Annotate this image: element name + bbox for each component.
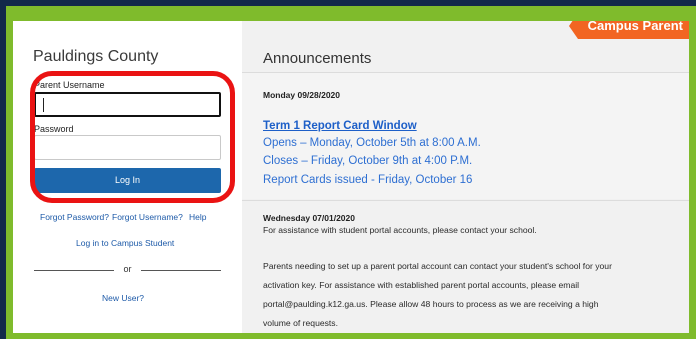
announcement-line: portal@paulding.k12.ga.us. Please allow … <box>263 299 599 309</box>
announcement-line: Opens – Monday, October 5th at 8:00 A.M. <box>263 137 481 149</box>
login-card: Pauldings County Parent Username Passwor… <box>13 21 689 333</box>
or-text: or <box>123 264 132 274</box>
announcement-line: Parents needing to set up a parent porta… <box>263 261 612 271</box>
announcement-date: Wednesday 07/01/2020 <box>263 213 355 223</box>
login-panel: Pauldings County Parent Username Passwor… <box>13 21 242 333</box>
district-name: Pauldings County <box>33 48 159 65</box>
new-user-link[interactable]: New User? <box>102 293 144 303</box>
forgot-password-link[interactable]: Forgot Password? <box>40 212 109 222</box>
campus-parent-tab: Campus Parent <box>568 21 689 39</box>
highlight-annotation <box>30 71 235 203</box>
announcement-line: volume of requests. <box>263 318 338 328</box>
help-link[interactable]: Help <box>189 212 206 222</box>
forgot-username-link[interactable]: Forgot Username? <box>112 212 183 222</box>
announcement-date: Monday 09/28/2020 <box>263 90 341 100</box>
announcement-line: For assistance with student portal accou… <box>263 225 537 235</box>
announcement-line: Closes – Friday, October 9th at 4:00 P.M… <box>263 155 473 167</box>
item-divider <box>242 200 689 201</box>
divider-line-right <box>141 270 221 271</box>
announcement-line: activation key. For assistance with esta… <box>263 280 580 290</box>
announcement-line: Report Cards issued - Friday, October 16 <box>263 174 473 186</box>
announcements-title: Announcements <box>263 50 372 67</box>
or-divider: or <box>34 264 221 276</box>
announcements-panel: Announcements Monday 09/28/2020 Term 1 R… <box>242 21 689 333</box>
campus-student-link[interactable]: Log in to Campus Student <box>76 238 174 248</box>
announcement-headline-link[interactable]: Term 1 Report Card Window <box>263 120 417 132</box>
